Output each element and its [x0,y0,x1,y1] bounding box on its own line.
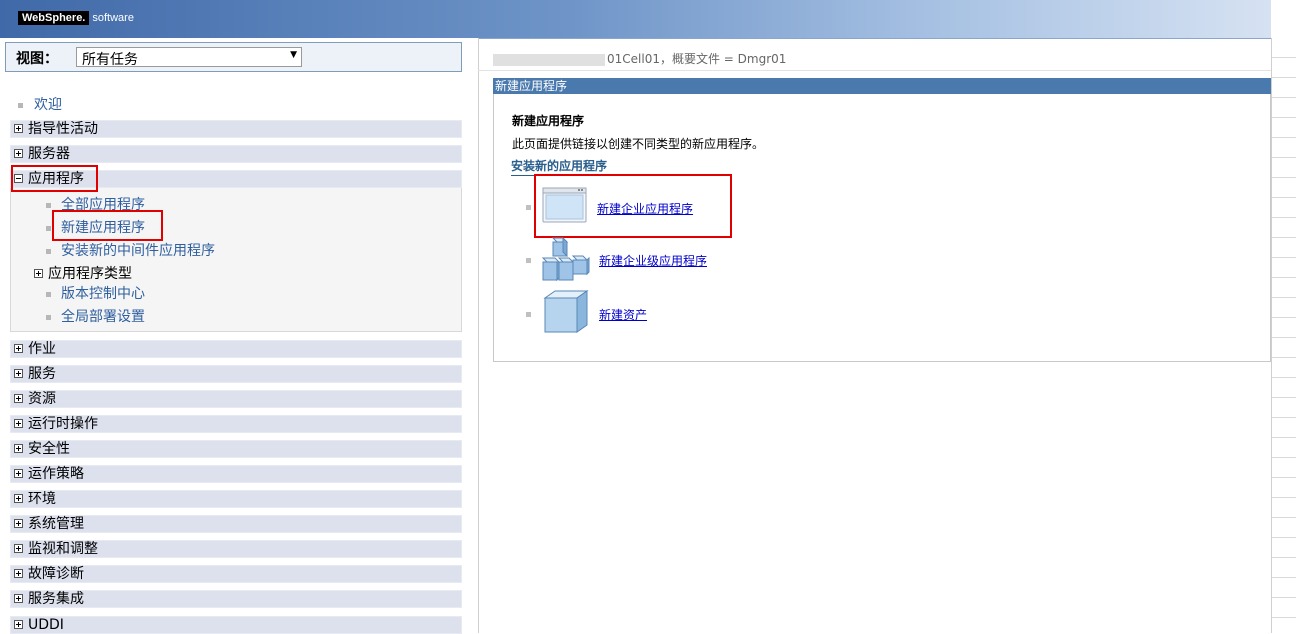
asset-cube-icon [543,290,589,333]
expand-icon[interactable] [14,393,23,403]
expand-icon[interactable] [14,468,23,478]
nav-cat-monitoring-tuning[interactable]: 监视和调整 [10,540,462,558]
page-description: 此页面提供链接以创建不同类型的新应用程序。 [512,137,765,151]
nav-cat-runtime-operations[interactable]: 运行时操作 [10,415,462,433]
expand-icon[interactable] [34,268,43,278]
bullet-icon [46,225,51,231]
nav-welcome-label: 欢迎 [34,97,62,113]
nav-cat-label: 服务 [28,366,56,382]
expand-icon[interactable] [14,418,23,428]
nav-cat-label: UDDI [28,617,64,633]
nav-item-edition-control[interactable]: 版本控制中心 [46,283,145,303]
nav-cat-service-integration[interactable]: 服务集成 [10,590,462,608]
nav-cat-label: 环境 [28,491,56,507]
navigation-tree: 视图： 所有任务 ▼ 欢迎 指导性活动 服务器 应用程序 全部应用程序 新建应用… [0,38,479,634]
new-asset-link[interactable]: 新建资产 [599,306,647,323]
redacted-text [493,53,605,66]
nav-item-label: 版本控制中心 [61,286,145,302]
nav-cat-label: 安全性 [28,441,70,457]
expand-icon[interactable] [14,443,23,453]
content-panel: 新建应用程序 此页面提供链接以创建不同类型的新应用程序。 安装新的应用程序 新建… [493,94,1271,362]
bullet-icon [46,202,51,208]
view-select[interactable]: 所有任务 ▼ [76,47,302,68]
expand-icon[interactable] [14,343,23,353]
expand-icon[interactable] [14,148,23,158]
nav-item-label: 全局部署设置 [61,309,145,325]
nav-cat-security[interactable]: 安全性 [10,440,462,458]
nav-welcome-link[interactable]: 欢迎 [18,94,62,114]
breadcrumb: 01Cell01，概要文件 = Dmgr01 [493,50,786,67]
bullet-icon [526,312,531,317]
nav-cat-label: 监视和调整 [28,541,98,557]
nav-cat-label: 资源 [28,391,56,407]
expand-icon[interactable] [14,619,23,629]
nav-cat-guided-activities[interactable]: 指导性活动 [10,120,462,138]
nav-cat-uddi[interactable]: UDDI [10,616,462,634]
logo-brand: WebSphere. [18,10,90,25]
nav-cat-label: 服务集成 [28,591,84,607]
nav-cat-troubleshooting[interactable]: 故障诊断 [10,565,462,583]
divider [478,70,1271,71]
nav-cat-label: 指导性活动 [28,121,98,137]
bullet-icon [46,248,51,254]
nav-cat-label: 运行时操作 [28,416,98,432]
nav-item-application-types[interactable]: 应用程序类型 [31,263,132,283]
nav-cat-label: 作业 [28,341,56,357]
nav-cat-label: 运作策略 [28,466,84,482]
view-select-value: 所有任务 [82,52,138,68]
logo-suffix: software [92,11,134,24]
view-label: 视图： [16,51,58,67]
expand-icon[interactable] [14,518,23,528]
websphere-logo: WebSphere. software [18,9,134,26]
nav-item-install-middleware[interactable]: 安装新的中间件应用程序 [46,240,215,260]
nav-item-label: 应用程序类型 [48,266,132,282]
view-bar: 视图： 所有任务 ▼ [5,42,462,72]
page-heading: 新建应用程序 [512,114,585,128]
new-business-application-link[interactable]: 新建企业级应用程序 [599,252,707,269]
breadcrumb-text: 01Cell01，概要文件 = Dmgr01 [607,52,787,66]
highlight-box-applications [11,165,98,192]
header-banner: WebSphere. software [0,0,1271,39]
nav-item-label: 安装新的中间件应用程序 [61,243,215,259]
nav-cat-label: 故障诊断 [28,566,84,582]
nav-cat-label: 服务器 [28,146,70,162]
nav-cat-services[interactable]: 服务 [10,365,462,383]
nav-item-global-deployment[interactable]: 全局部署设置 [46,306,145,326]
nav-cat-environment[interactable]: 环境 [10,490,462,508]
nav-cat-operational-policies[interactable]: 运作策略 [10,465,462,483]
expand-icon[interactable] [14,568,23,578]
bullet-icon [46,314,51,320]
nav-cat-servers[interactable]: 服务器 [10,145,462,163]
nav-cat-jobs[interactable]: 作业 [10,340,462,358]
expand-icon[interactable] [14,123,23,133]
expand-icon[interactable] [14,593,23,603]
right-edge-strip [1271,38,1296,633]
nav-cat-resources[interactable]: 资源 [10,390,462,408]
highlight-box-enterprise-app [534,174,732,238]
expand-icon[interactable] [14,543,23,553]
highlight-box-new-application [52,210,163,241]
business-application-cubes-icon [541,236,590,282]
nav-cat-label: 系统管理 [28,516,84,532]
bullet-icon [526,258,531,263]
nav-cat-system-administration[interactable]: 系统管理 [10,515,462,533]
panel-title-bar: 新建应用程序 [493,78,1271,94]
expand-icon[interactable] [14,493,23,503]
dropdown-arrow-icon[interactable]: ▼ [290,50,297,60]
expand-icon[interactable] [14,368,23,378]
bullet-icon [46,291,51,297]
bullet-icon [526,205,531,210]
bullet-icon [18,102,23,108]
